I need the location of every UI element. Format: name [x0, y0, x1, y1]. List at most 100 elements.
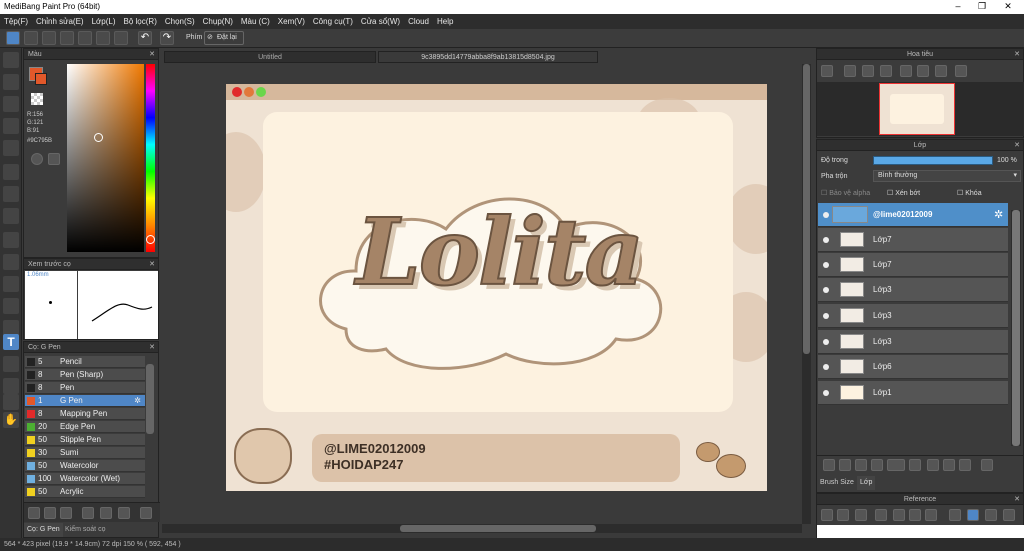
ref-hand-icon[interactable]: [967, 509, 979, 521]
brush-list-item[interactable]: 8 Pen: [25, 382, 145, 394]
add-layer-menu-icon[interactable]: [887, 459, 905, 471]
hue-handle[interactable]: [146, 235, 155, 244]
operation-tool-icon[interactable]: [3, 356, 19, 372]
merge-layer-icon[interactable]: [943, 459, 955, 471]
hue-slider[interactable]: [146, 64, 155, 252]
maximize-icon[interactable]: ❐: [970, 1, 994, 12]
menu-tools[interactable]: Công cụ(T): [313, 14, 353, 29]
menu-color[interactable]: Màu (C): [241, 14, 270, 29]
tab-brush-control[interactable]: Kiểm soát cọ: [62, 523, 108, 537]
new-layer-1bit-icon[interactable]: [855, 459, 867, 471]
background-swatch[interactable]: [35, 73, 47, 85]
gear-icon[interactable]: ✲: [994, 208, 1003, 221]
eye-icon[interactable]: [823, 212, 829, 218]
zoom-fit-icon[interactable]: [862, 65, 874, 77]
layer-settings-icon[interactable]: [959, 459, 971, 471]
hand-tool-icon[interactable]: ✋: [3, 412, 19, 428]
gear-icon[interactable]: ✲: [134, 395, 141, 407]
tab-image[interactable]: 9c3895dd14779abba8f9ab13815d8504.jpg: [378, 51, 598, 63]
layer-row[interactable]: Lớp7: [818, 253, 1008, 277]
brush-list-item[interactable]: 50 Watercolor: [25, 460, 145, 472]
chat-icon[interactable]: [60, 31, 74, 45]
canvas-hscroll[interactable]: [162, 524, 802, 533]
brush-cloud-icon[interactable]: [28, 507, 40, 519]
cloud-icon[interactable]: [6, 31, 20, 45]
move-tool-icon[interactable]: [3, 140, 19, 156]
navigator-preview[interactable]: [817, 82, 1024, 136]
ref-reset-icon[interactable]: [1003, 509, 1015, 521]
menu-filter[interactable]: Bộ lọc(R): [124, 14, 157, 29]
minimize-icon[interactable]: –: [946, 1, 970, 11]
list-icon[interactable]: [96, 31, 110, 45]
tab-untitled[interactable]: Untitled: [164, 51, 376, 63]
magic-wand-icon[interactable]: [3, 276, 19, 292]
flip-icon[interactable]: [955, 65, 967, 77]
zoom-actual-icon[interactable]: [880, 65, 892, 77]
layer-row[interactable]: Lớp3: [818, 278, 1008, 302]
brush-list-item[interactable]: 30 Sumi: [25, 447, 145, 459]
brush-list-item[interactable]: 8 Pen (Sharp): [25, 369, 145, 381]
brush-duplicate-icon[interactable]: [118, 507, 130, 519]
navigator-viewport[interactable]: [879, 83, 955, 135]
opacity-slider[interactable]: [873, 156, 993, 165]
eye-icon[interactable]: [823, 287, 829, 293]
layer-row[interactable]: Lớp6: [818, 355, 1008, 379]
comment-icon[interactable]: [42, 31, 56, 45]
eye-icon[interactable]: [823, 237, 829, 243]
tab-layer[interactable]: Lớp: [857, 476, 876, 490]
brush-delete-icon[interactable]: [140, 507, 152, 519]
text-tool-icon[interactable]: T: [3, 334, 19, 350]
menu-help[interactable]: Help: [437, 14, 453, 29]
ref-eyedropper-icon[interactable]: [949, 509, 961, 521]
color-picker-icon[interactable]: [48, 153, 60, 165]
upload-icon[interactable]: [24, 31, 38, 45]
close-icon[interactable]: ✕: [996, 1, 1020, 12]
eye-icon[interactable]: [823, 390, 829, 396]
lock-checkbox[interactable]: ☐ Khóa: [957, 189, 982, 197]
menu-window[interactable]: Cửa sổ(W): [361, 14, 400, 29]
reference-view[interactable]: [817, 525, 1024, 538]
menu-edit[interactable]: Chỉnh sửa(E): [36, 14, 84, 29]
eyedropper-icon[interactable]: [3, 394, 19, 410]
delete-layer-icon[interactable]: [981, 459, 993, 471]
brush-list-item[interactable]: 8 Mapping Pen: [25, 408, 145, 420]
tab-brush-size[interactable]: Brush Size: [820, 476, 854, 490]
protect-alpha-checkbox[interactable]: ☐ Bảo vệ alpha: [821, 189, 870, 197]
brush-copy-icon[interactable]: [82, 507, 94, 519]
duplicate-layer-icon[interactable]: [927, 459, 939, 471]
select-pen-icon[interactable]: [3, 298, 19, 314]
ref-zoom-out-icon[interactable]: [875, 509, 887, 521]
brush-add-icon[interactable]: [44, 507, 56, 519]
brush-list-item[interactable]: 50 Acrylic: [25, 486, 145, 498]
color-cursor[interactable]: [94, 133, 103, 142]
zoom-in-icon[interactable]: [844, 65, 856, 77]
eraser-tool-icon[interactable]: [3, 74, 19, 90]
ref-zoom-in-icon[interactable]: [893, 509, 905, 521]
reset-button[interactable]: ⊘ Đặt lại: [204, 31, 244, 45]
zoom-out-icon[interactable]: [821, 65, 833, 77]
ref-folder-icon[interactable]: [837, 509, 849, 521]
eye-icon[interactable]: [823, 339, 829, 345]
color-saturation-field[interactable]: [67, 64, 144, 252]
brush-list-item[interactable]: 20 Edge Pen: [25, 421, 145, 433]
new-layer-icon[interactable]: [823, 459, 835, 471]
new-halftone-layer-icon[interactable]: [871, 459, 883, 471]
layer-row[interactable]: @lime02012009 ✲: [818, 203, 1008, 227]
brush-list-item[interactable]: 1 G Pen ✲: [25, 395, 145, 407]
new-layer-8bit-icon[interactable]: [839, 459, 851, 471]
bucket-tool-icon[interactable]: [3, 186, 19, 202]
document-canvas[interactable]: Lolita @LIME02012009 #HOIDAP247: [226, 84, 767, 491]
rotate-right-icon[interactable]: [935, 65, 947, 77]
brush-list-item[interactable]: 50 Stipple Pen: [25, 434, 145, 446]
menu-cloud[interactable]: Cloud: [408, 14, 429, 29]
undo-icon[interactable]: ↶: [138, 31, 152, 45]
layer-row[interactable]: Lớp7: [818, 228, 1008, 252]
layer-folder-icon[interactable]: [909, 459, 921, 471]
brush-new-icon[interactable]: [60, 507, 72, 519]
menu-capture[interactable]: Chụp(N): [203, 14, 233, 29]
brush-list-scrollbar[interactable]: [146, 364, 154, 434]
layer-scrollbar[interactable]: [1011, 210, 1021, 446]
canvas-vscroll[interactable]: [802, 64, 811, 524]
brush-tool-icon[interactable]: [3, 52, 19, 68]
rotate-reset-icon[interactable]: [917, 65, 929, 77]
